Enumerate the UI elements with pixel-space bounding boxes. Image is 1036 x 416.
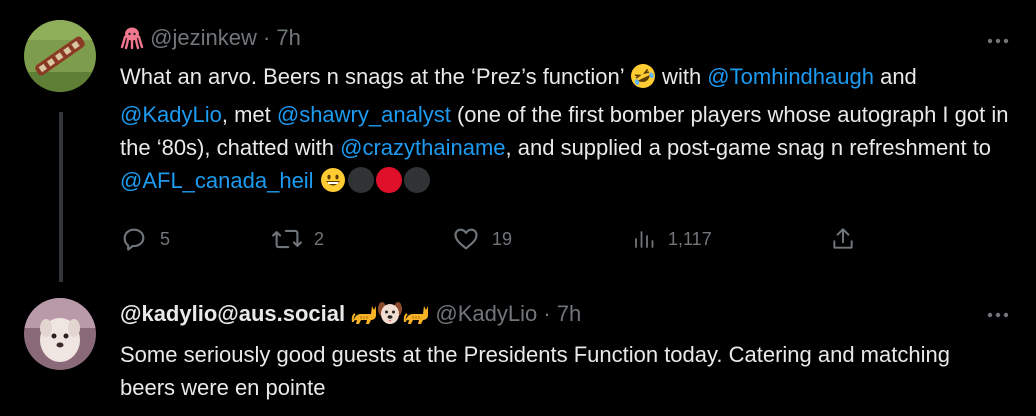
dog-face-emoji (377, 300, 403, 333)
more-icon[interactable] (982, 307, 1014, 323)
avatar-jezinkew[interactable] (24, 20, 96, 92)
share-button[interactable] (830, 222, 856, 256)
cat-emoji (403, 302, 429, 333)
text-segment: with (655, 64, 708, 89)
tweet-2-time[interactable]: · 7h (543, 301, 581, 326)
tweet-2-text: Some seriously good guests at the Presid… (120, 342, 950, 400)
tweet-2-header: @kadylio@aus.social @KadyLio · 7h (120, 300, 581, 333)
mention-link[interactable]: @Tomhindhaugh (707, 64, 874, 89)
tweet-1-actions: 5 2 19 1,117 (120, 222, 853, 256)
text-segment: What an arvo. Beers n snags at the ‘Prez… (120, 64, 630, 89)
tweet-2[interactable]: @kadylio@aus.social @KadyLio · 7h Some s… (0, 290, 1036, 416)
views-count: 1,117 (668, 228, 712, 249)
views-icon (635, 231, 654, 248)
like-count: 19 (492, 228, 513, 249)
tweet-1-header: @jezinkew · 7h (120, 24, 301, 57)
tweet-1[interactable]: @jezinkew · 7h What an arvo. Beers n sna… (0, 0, 1036, 290)
cat-emoji (351, 302, 377, 333)
tweet-2-display-name[interactable]: @kadylio@aus.social (120, 301, 345, 326)
tweet-1-text: What an arvo. Beers n snags at the ‘Prez… (120, 60, 1010, 202)
tweet-1-handle[interactable]: @jezinkew (150, 25, 257, 50)
reply-count: 5 (160, 228, 171, 249)
retweet-icon (272, 229, 302, 249)
retweet-button[interactable]: 2 (272, 222, 324, 256)
more-icon[interactable] (982, 33, 1014, 49)
text-segment: , and supplied a post-game snag n refres… (505, 135, 992, 160)
tweet-2-handle[interactable]: @KadyLio (435, 301, 537, 326)
avatar-kadylio[interactable] (24, 298, 96, 370)
status-dot (347, 167, 374, 193)
like-icon (454, 228, 478, 250)
text-segment: and (873, 64, 917, 89)
like-button[interactable]: 19 (452, 222, 512, 256)
thread-connector-line (59, 112, 63, 282)
status-dot (375, 167, 402, 193)
text-segment: , met (221, 102, 277, 127)
mention-link[interactable]: @KadyLio (120, 102, 222, 127)
grinning-emoji (320, 167, 346, 202)
reply-button[interactable]: 5 (120, 222, 170, 256)
views-button[interactable]: 1,117 (632, 222, 712, 256)
retweet-count: 2 (314, 228, 325, 249)
status-dot (403, 167, 430, 193)
reply-icon (123, 228, 145, 251)
share-icon (833, 228, 853, 249)
tweet-1-time[interactable]: · 7h (263, 25, 301, 50)
mention-link[interactable]: @crazythainame (340, 135, 505, 160)
rolling-laugh-emoji (630, 63, 656, 98)
mention-link[interactable]: @AFL_canada_heil (120, 168, 314, 193)
mention-link[interactable]: @shawry_analyst (277, 102, 451, 127)
octopus-icon (120, 26, 144, 57)
